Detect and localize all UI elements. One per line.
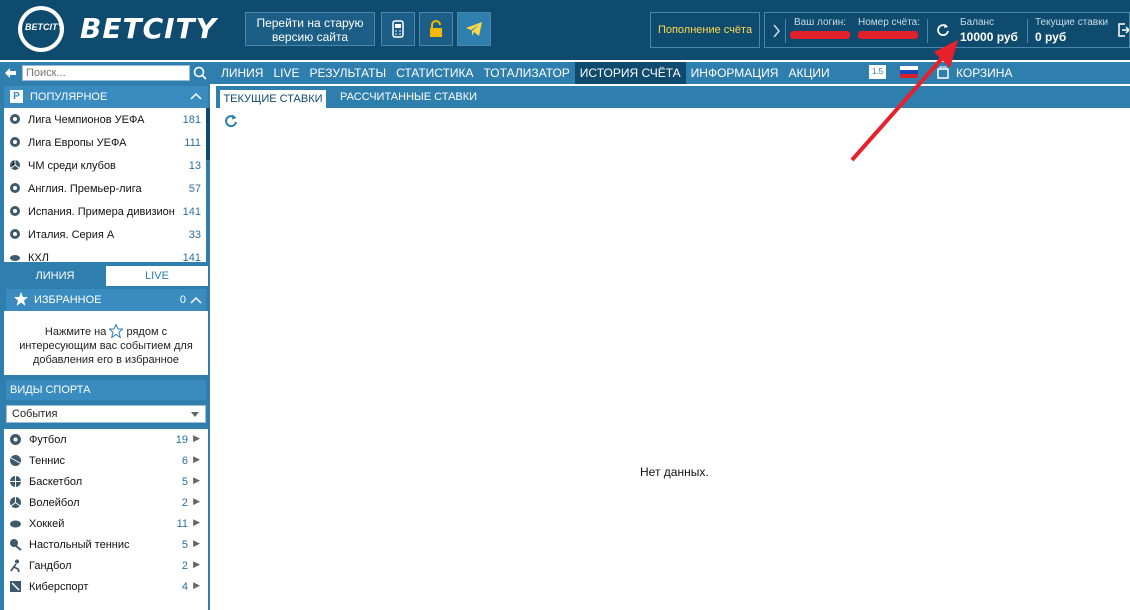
- star-icon: [14, 292, 28, 306]
- list-item[interactable]: Италия. Серия А 33: [4, 223, 206, 246]
- chevron-up-icon[interactable]: [190, 92, 202, 100]
- tennis-icon: [10, 455, 21, 466]
- table-tennis-icon: [10, 539, 22, 551]
- chevron-right-icon: ▶: [193, 538, 200, 548]
- chevron-right-icon[interactable]: [773, 24, 781, 38]
- chevron-right-icon: ▶: [193, 475, 200, 485]
- login-label: Ваш логин:: [794, 17, 847, 28]
- mobile-icon: [392, 20, 404, 38]
- logout-icon[interactable]: [1117, 23, 1129, 37]
- esports-icon: [10, 581, 21, 592]
- favorites-hint: Нажмите на рядом с интересующим вас собы…: [4, 311, 208, 375]
- main-content: ТЕКУЩИЕ СТАВКИ РАССЧИТАННЫЕ СТАВКИ Нет д…: [216, 86, 1130, 610]
- volleyball-icon: [10, 497, 21, 508]
- chevron-right-icon: ▶: [193, 454, 200, 464]
- list-item[interactable]: Киберспорт 4 ▶: [4, 576, 208, 597]
- logo-text: BETCITY: [25, 22, 64, 32]
- search-bar: [0, 62, 210, 84]
- nav-results[interactable]: РЕЗУЛЬТАТЫ: [304, 62, 391, 84]
- football-icon: [10, 229, 20, 239]
- favorites-header[interactable]: ИЗБРАННОЕ 0: [6, 289, 206, 311]
- favorites-count: 0: [179, 294, 186, 306]
- nav-information[interactable]: ИНФОРМАЦИЯ: [686, 62, 784, 84]
- popular-p-icon: P: [10, 90, 23, 103]
- events-select[interactable]: События: [6, 405, 206, 423]
- account-number-label: Номер счёта:: [858, 17, 921, 28]
- balance-label: Баланс: [960, 17, 995, 28]
- popular-title: ПОПУЛЯРНОЕ: [30, 91, 108, 103]
- list-item[interactable]: Волейбол 2 ▶: [4, 492, 208, 513]
- volleyball-icon: [10, 160, 20, 170]
- betcity-logo[interactable]: BETCITY: [18, 6, 64, 52]
- nav-tabs: ЛИНИЯ LIVE РЕЗУЛЬТАТЫ СТАТИСТИКА ТОТАЛИЗ…: [216, 62, 835, 84]
- tab-settled-bets[interactable]: РАССЧИТАННЫЕ СТАВКИ: [340, 91, 477, 103]
- handball-icon: [10, 559, 20, 572]
- list-item[interactable]: Англия. Премьер-лига 57: [4, 177, 206, 200]
- line-live-tabs: ЛИНИЯ LIVE: [4, 266, 208, 286]
- tab-live[interactable]: LIVE: [106, 266, 208, 286]
- popular-scrollbar[interactable]: [206, 108, 210, 160]
- chevron-right-icon: ▶: [193, 496, 200, 506]
- star-outline-icon: [108, 323, 125, 339]
- current-bets-label: Текущие ставки: [1035, 17, 1109, 28]
- search-icon[interactable]: [193, 66, 207, 80]
- nav-line[interactable]: ЛИНИЯ: [216, 62, 268, 84]
- list-item[interactable]: КХЛ 141: [4, 246, 206, 262]
- popular-list: Лига Чемпионов УЕФА 181 Лига Европы УЕФА 1…: [4, 108, 206, 262]
- football-icon: [10, 114, 20, 124]
- football-icon: [10, 206, 20, 216]
- telegram-button[interactable]: [457, 12, 491, 46]
- sports-header: ВИДЫ СПОРТА: [6, 380, 206, 400]
- bets-subtabs: ТЕКУЩИЕ СТАВКИ РАССЧИТАННЫЕ СТАВКИ: [216, 86, 1130, 108]
- list-item[interactable]: Настольный теннис 5 ▶: [4, 534, 208, 555]
- chevron-up-icon[interactable]: [190, 296, 202, 304]
- basketball-icon: [10, 476, 21, 487]
- chevron-right-icon: ▶: [193, 433, 200, 443]
- collapse-sidebar-icon[interactable]: [5, 68, 17, 78]
- deposit-button[interactable]: Пополнение счёта: [650, 12, 760, 48]
- chevron-down-icon: [191, 412, 199, 417]
- list-item[interactable]: Баскетбол 5 ▶: [4, 471, 208, 492]
- sports-list: Футбол 19 ▶ Теннис 6 ▶ Баскетбол 5 ▶ Волейбол 2…: [4, 429, 208, 610]
- tab-line[interactable]: ЛИНИЯ: [4, 266, 106, 286]
- current-bets-value: 0 руб: [1035, 30, 1067, 44]
- list-item[interactable]: Хоккей 11 ▶: [4, 513, 208, 534]
- list-item[interactable]: Лига Чемпионов УЕФА 181: [4, 108, 206, 131]
- list-item[interactable]: Теннис 6 ▶: [4, 450, 208, 471]
- annotation-arrow: [850, 40, 958, 162]
- no-data-message: Нет данных.: [640, 465, 709, 479]
- sidebar: P ПОПУЛЯРНОЕ Лига Чемпионов УЕФА 181 Лига…: [0, 84, 210, 610]
- list-item[interactable]: Футбол 19 ▶: [4, 429, 208, 450]
- list-item[interactable]: Гандбол 2 ▶: [4, 555, 208, 576]
- favorites-title: ИЗБРАННОЕ: [34, 294, 102, 306]
- nav-statistics[interactable]: СТАТИСТИКА: [391, 62, 478, 84]
- nav-promotions[interactable]: АКЦИИ: [783, 62, 834, 84]
- telegram-icon: [466, 22, 482, 36]
- chevron-right-icon: ▶: [193, 517, 200, 527]
- football-icon: [10, 434, 21, 445]
- popular-header[interactable]: P ПОПУЛЯРНОЕ: [4, 86, 208, 108]
- brand-name[interactable]: BETCITY: [80, 12, 217, 45]
- chevron-right-icon: ▶: [193, 559, 200, 569]
- nav-account-history[interactable]: ИСТОРИЯ СЧЁТА: [574, 62, 686, 84]
- chevron-right-icon: ▶: [193, 580, 200, 590]
- hockey-puck-icon: [10, 255, 20, 261]
- old-site-button[interactable]: Перейти на старую версию сайта: [245, 12, 375, 46]
- list-item[interactable]: ЧМ среди клубов 13: [4, 154, 206, 177]
- list-item[interactable]: Испания. Примера дивизион 141: [4, 200, 206, 223]
- nav-totalizator[interactable]: ТОТАЛИЗАТОР: [479, 62, 575, 84]
- unlock-button[interactable]: [419, 12, 453, 46]
- tab-current-bets[interactable]: ТЕКУЩИЕ СТАВКИ: [220, 90, 326, 108]
- search-input[interactable]: [22, 65, 190, 81]
- list-item[interactable]: Лига Европы УЕФА 111: [4, 131, 206, 154]
- football-icon: [10, 137, 20, 147]
- mobile-button[interactable]: [381, 12, 415, 46]
- hockey-puck-icon: [10, 520, 21, 528]
- refresh-icon[interactable]: [224, 114, 238, 128]
- football-icon: [10, 183, 20, 193]
- nav-live[interactable]: LIVE: [268, 62, 304, 84]
- unlock-icon: [430, 20, 442, 37]
